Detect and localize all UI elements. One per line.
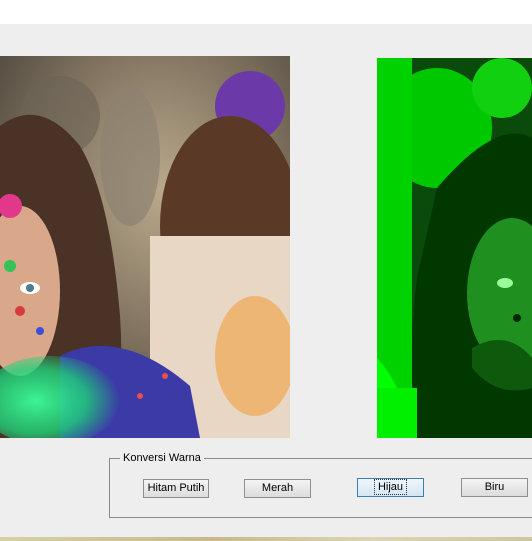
merah-label: Merah: [261, 482, 294, 494]
biru-button[interactable]: Biru: [461, 478, 528, 497]
converted-image: [377, 58, 532, 438]
biru-label: Biru: [484, 481, 505, 493]
konversi-warna-group: Konversi Warna Hitam Putih Merah Hijau B…: [109, 451, 532, 518]
hijau-label: Hijau: [373, 479, 408, 495]
merah-button[interactable]: Merah: [244, 479, 311, 498]
original-image: [0, 56, 290, 438]
hitam-putih-button[interactable]: Hitam Putih: [143, 479, 209, 498]
group-title: Konversi Warna: [120, 451, 204, 465]
hijau-button[interactable]: Hijau: [357, 478, 424, 497]
window-title-bar: [0, 0, 532, 24]
hitam-putih-label: Hitam Putih: [147, 482, 205, 494]
bottom-strip: [0, 537, 532, 541]
